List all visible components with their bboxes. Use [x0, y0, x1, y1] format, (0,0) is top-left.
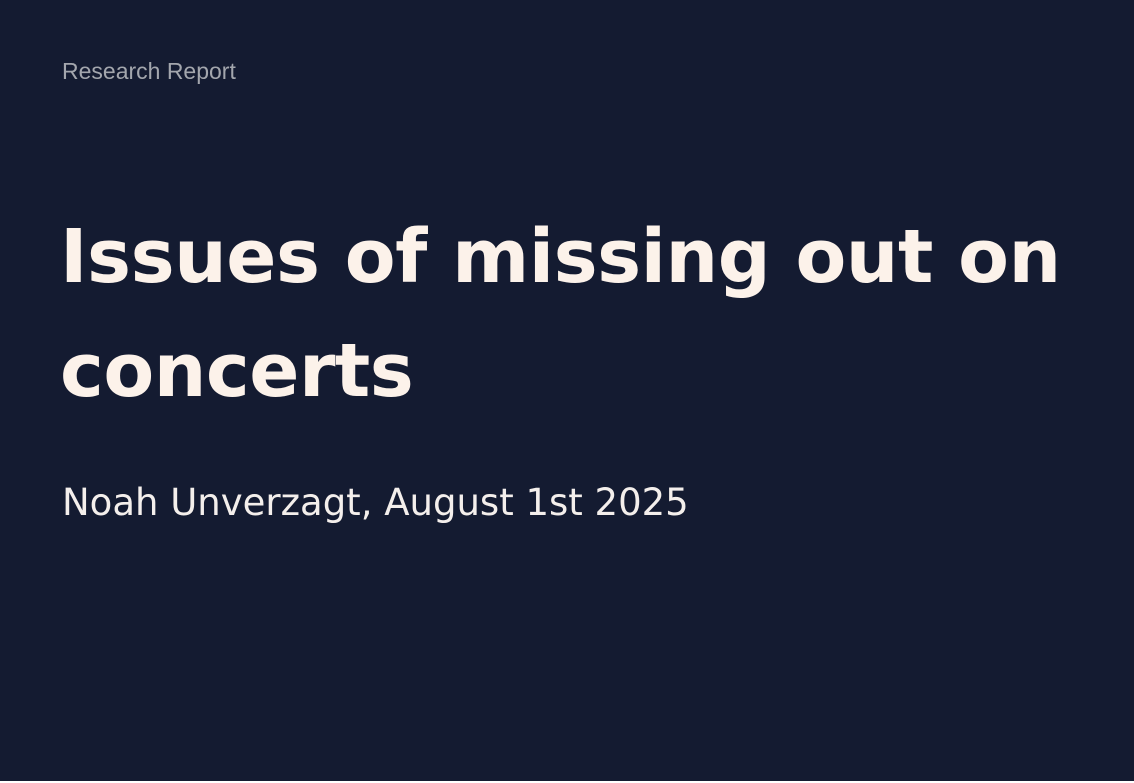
title-slide: Research Report Issues of missing out on… [0, 0, 1134, 781]
author-date-byline: Noah Unverzagt, August 1st 2025 [62, 481, 689, 524]
report-type-label: Research Report [62, 58, 236, 84]
slide-title: Issues of missing out on concerts [60, 214, 1061, 414]
